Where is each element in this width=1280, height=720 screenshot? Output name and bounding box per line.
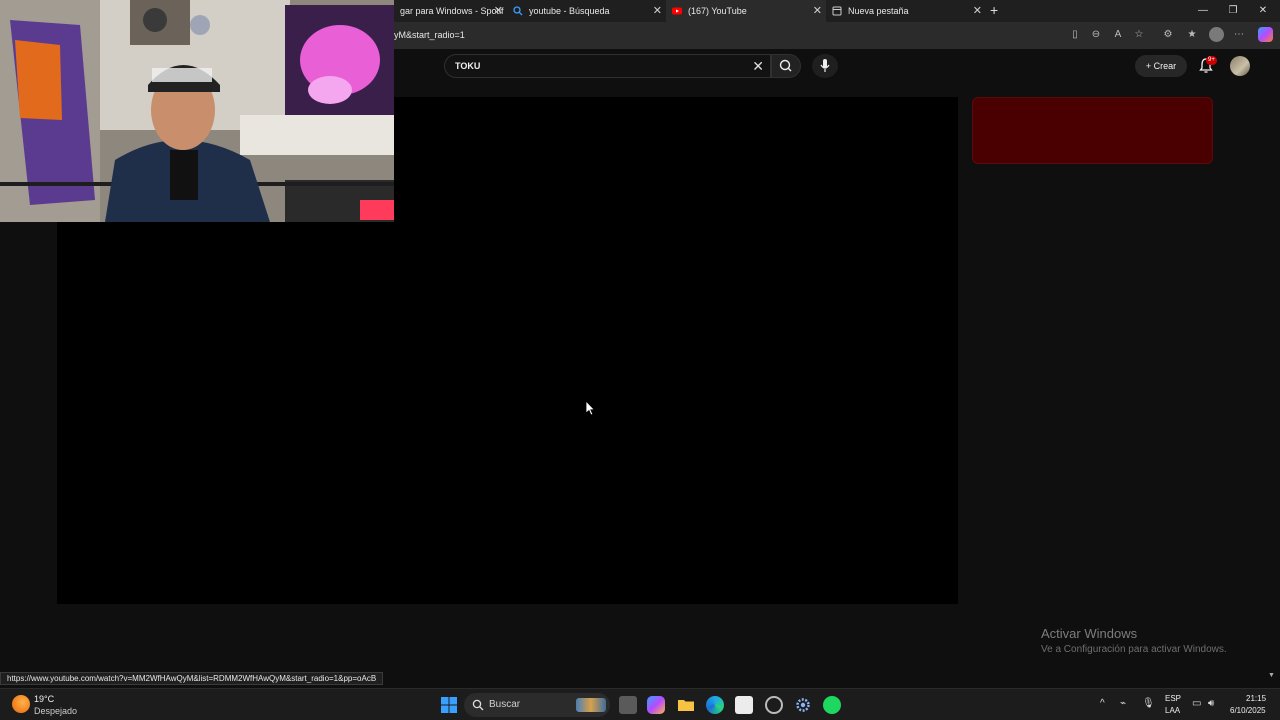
windows-start-icon[interactable] (440, 696, 458, 714)
tray-expand-icon[interactable]: ^ (1100, 698, 1105, 709)
zoom-icon[interactable]: ⊖ (1090, 29, 1102, 41)
webcam-overlay (0, 0, 394, 222)
tab-youtube[interactable]: (167) YouTube ✕ (666, 0, 826, 22)
microsoft-store-icon[interactable] (735, 696, 753, 714)
tab-bing-search[interactable]: youtube - Búsqueda ✕ (507, 0, 666, 22)
more-menu-icon[interactable]: ⋯ (1233, 29, 1245, 41)
microphone-icon (820, 59, 830, 72)
tab-title: youtube - Búsqueda (529, 6, 610, 16)
address-bar[interactable]: yM&start_radio=1 (394, 26, 1164, 45)
settings-gear-icon[interactable] (794, 696, 812, 714)
microphone-tray-icon[interactable]: 🎙︎ (1142, 698, 1155, 709)
extensions-icon[interactable]: ⚙ (1162, 29, 1174, 41)
tab-spotify[interactable]: gar para Windows - Spotif ✕ (394, 0, 507, 22)
voice-search-button[interactable] (812, 54, 838, 78)
network-icon[interactable]: ⌁ (1120, 698, 1126, 709)
create-label: Crear (1153, 61, 1177, 71)
split-screen-icon[interactable]: ▯ (1069, 29, 1081, 41)
display-icon[interactable]: ▭ (1192, 698, 1201, 709)
notifications-badge: 9+ (1206, 56, 1217, 65)
clock-time[interactable]: 21:15 (1246, 694, 1266, 703)
watermark-title: Activar Windows (1041, 626, 1138, 641)
read-aloud-icon[interactable]: A (1112, 29, 1124, 41)
minimize-icon[interactable]: — (1188, 0, 1218, 22)
copilot-icon[interactable] (1258, 27, 1273, 42)
copilot-app-icon[interactable] (647, 696, 665, 714)
search-highlight-icon (576, 698, 606, 712)
youtube-icon (672, 6, 682, 16)
close-icon[interactable]: ✕ (973, 4, 982, 17)
plus-icon: + (1145, 61, 1152, 71)
search-icon (472, 699, 484, 711)
tab-title: (167) YouTube (688, 6, 747, 16)
activate-windows-watermark: Activar Windows Ve a Configuración para … (1041, 626, 1227, 655)
create-button[interactable]: + Crear (1135, 55, 1187, 77)
close-icon[interactable]: ✕ (494, 4, 503, 17)
close-window-icon[interactable]: ✕ (1248, 0, 1278, 22)
search-query: TOKU (455, 61, 481, 71)
page-icon (832, 6, 842, 16)
task-view-icon[interactable] (619, 696, 637, 714)
steam-icon[interactable] (765, 696, 783, 714)
search-icon (513, 6, 523, 16)
keyboard-layout: LAA (1165, 706, 1181, 715)
profile-icon[interactable] (1209, 27, 1224, 42)
search-input[interactable]: TOKU ✕ (444, 54, 771, 78)
volume-icon[interactable]: 🔊︎ (1208, 698, 1214, 709)
link-status-bar: https://www.youtube.com/watch?v=MM2WfHAw… (0, 672, 384, 685)
taskbar-search[interactable]: Buscar (464, 693, 610, 717)
file-explorer-icon[interactable] (677, 696, 695, 714)
weather-icon[interactable] (12, 695, 30, 713)
favorites-icon[interactable]: ★ (1186, 29, 1198, 41)
search-button[interactable] (771, 54, 801, 78)
windows-taskbar: 19°C Despejado Buscar ^ ⌁ 🎙︎ ESP LAA ▭ 🔊… (0, 688, 1280, 720)
weather-temperature: 19°C (34, 694, 55, 704)
clear-search-icon[interactable]: ✕ (752, 58, 764, 74)
new-tab-button[interactable]: + (990, 2, 998, 18)
sidebar-ad-banner[interactable] (972, 97, 1213, 164)
edge-browser-icon[interactable] (706, 696, 724, 714)
avatar[interactable] (1230, 56, 1250, 76)
clock-date: 6/10/2025 (1230, 706, 1266, 715)
close-icon[interactable]: ✕ (653, 4, 662, 17)
language-code[interactable]: ESP (1165, 694, 1181, 703)
watermark-subtitle: Ve a Configuración para activar Windows. (1041, 644, 1227, 655)
spotify-icon[interactable] (823, 696, 841, 714)
tab-title: Nueva pestaña (848, 6, 909, 16)
address-text: yM&start_radio=1 (394, 30, 465, 40)
tab-new-tab[interactable]: Nueva pestaña ✕ (826, 0, 986, 22)
restore-icon[interactable]: ❐ (1218, 0, 1248, 22)
weather-description: Despejado (34, 706, 78, 716)
search-icon (779, 59, 792, 72)
mouse-cursor-icon (585, 400, 596, 417)
favorite-star-icon[interactable]: ☆ (1133, 29, 1145, 41)
close-icon[interactable]: ✕ (813, 4, 822, 17)
scroll-down-arrow[interactable]: ▼ (1268, 672, 1275, 679)
taskbar-search-label: Buscar (489, 699, 521, 710)
tab-title: gar para Windows - Spotif (400, 6, 504, 16)
